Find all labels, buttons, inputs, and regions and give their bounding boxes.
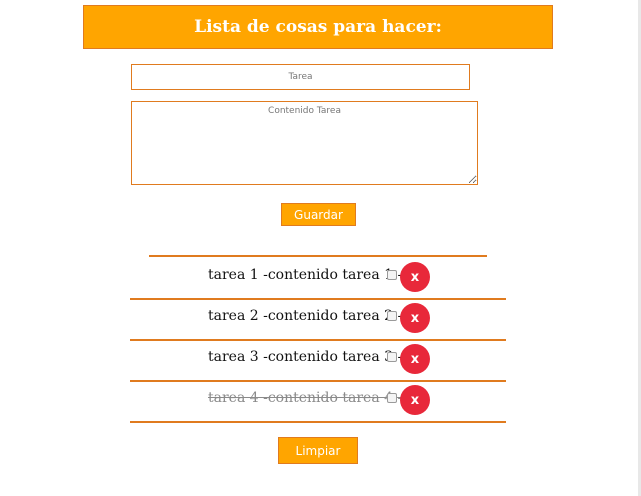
task-content-textarea[interactable] [131, 101, 478, 185]
delete-task-button[interactable]: x [400, 303, 430, 333]
clear-button[interactable]: Limpiar [278, 437, 358, 464]
save-button[interactable]: Guardar [281, 203, 356, 226]
task-done-checkbox[interactable] [387, 311, 397, 321]
delete-task-button[interactable]: x [400, 344, 430, 374]
page-title: Lista de cosas para hacer: [194, 17, 442, 37]
page-header: Lista de cosas para hacer: [83, 5, 553, 49]
task-done-checkbox[interactable] [387, 270, 397, 280]
task-row: tarea 3 -contenido tarea 3 - -2 x [130, 339, 506, 382]
task-done-checkbox[interactable] [387, 352, 397, 362]
task-row: tarea 4 -contenido tarea 4 - -3 x [130, 380, 506, 423]
delete-task-button[interactable]: x [400, 385, 430, 415]
app-viewport: Lista de cosas para hacer: Guardar tarea… [0, 0, 641, 496]
delete-task-button[interactable]: x [400, 262, 430, 292]
task-done-checkbox[interactable] [387, 393, 397, 403]
task-title-input[interactable] [131, 64, 470, 90]
task-row: tarea 2 -contenido tarea 2 - -1 x [130, 298, 506, 341]
task-row: tarea 1 -contenido tarea 1 - -0 x [130, 257, 506, 300]
